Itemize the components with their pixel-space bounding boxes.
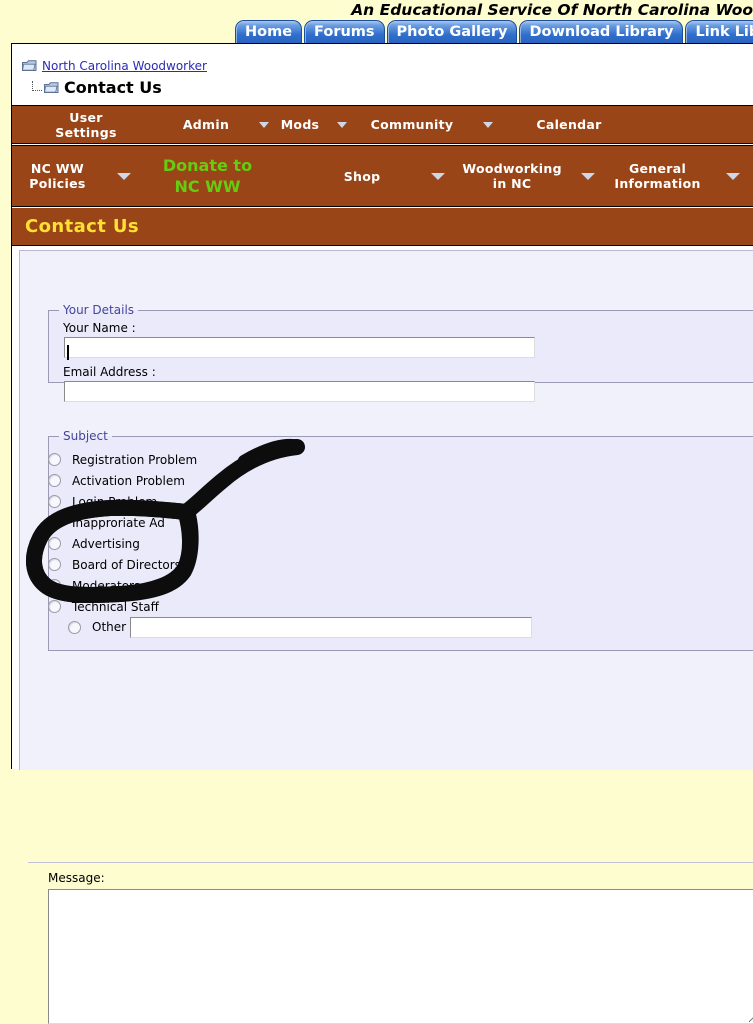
nav-item-mods[interactable]: Mods xyxy=(270,117,330,132)
nav-secondary: NC WW Policies Donate to NC WW Shop Woodwor… xyxy=(12,145,753,207)
radio-technical-staff[interactable] xyxy=(48,600,61,613)
radio-login-problem[interactable] xyxy=(48,495,61,508)
message-textarea[interactable] xyxy=(48,889,753,1024)
nav-item-calendar[interactable]: Calendar xyxy=(494,117,644,132)
subject-option-label: Technical Staff xyxy=(72,599,159,614)
subject-option-row[interactable]: Inapproriate Ad xyxy=(48,512,197,533)
subject-option-row[interactable]: Board of Directors xyxy=(48,554,197,575)
content-page: North Carolina Woodworker Contact Us Use… xyxy=(11,43,753,1024)
breadcrumb-root-row[interactable]: North Carolina Woodworker xyxy=(22,56,207,75)
nav-item-donate-to-nc-ww[interactable]: Donate to NC WW xyxy=(139,155,275,197)
site-tagline: An Educational Service Of North Carolina… xyxy=(351,1,753,19)
radio-activation-problem[interactable] xyxy=(48,474,61,487)
radio-board-of-directors[interactable] xyxy=(48,558,61,571)
radio-moderators[interactable] xyxy=(48,579,61,592)
radio-other[interactable] xyxy=(68,620,81,634)
tab-list: Home Forums Photo Gallery Download Library L… xyxy=(235,20,753,44)
subject-option-row[interactable]: Moderators xyxy=(48,575,197,596)
contact-form-panel: Your Details Subject Your Name : Email A… xyxy=(19,250,753,1024)
message-label: Message: xyxy=(48,871,105,885)
name-label: Your Name : xyxy=(63,321,136,335)
subject-option-label: Login Problem xyxy=(72,494,158,509)
chevron-down-icon[interactable] xyxy=(252,121,270,128)
email-input[interactable] xyxy=(64,381,535,402)
chevron-down-icon[interactable] xyxy=(408,172,463,180)
breadcrumb: North Carolina Woodworker Contact Us xyxy=(22,56,207,97)
chevron-down-icon[interactable] xyxy=(562,172,607,180)
subject-option-label: Inapproriate Ad xyxy=(72,515,165,530)
tab-download-library[interactable]: Download Library xyxy=(519,20,684,44)
nav-primary: User Settings Admin Mods Community Calendar xyxy=(12,105,753,144)
chevron-down-icon[interactable] xyxy=(476,121,494,128)
site-banner: An Educational Service Of North Carolina… xyxy=(0,0,753,22)
name-input[interactable] xyxy=(64,337,535,358)
subject-other-row[interactable]: Other xyxy=(68,615,533,639)
subject-option-row[interactable]: Technical Staff xyxy=(48,596,197,617)
radio-registration-problem[interactable] xyxy=(48,453,61,466)
subject-option-label: Activation Problem xyxy=(72,473,185,488)
breadcrumb-current-label: Contact Us xyxy=(64,78,162,97)
subject-option-row[interactable]: Activation Problem xyxy=(48,470,197,491)
tab-link-libr[interactable]: Link Libr xyxy=(685,20,753,44)
subject-option-label: Moderators xyxy=(72,578,141,593)
subject-option-row[interactable]: Registration Problem xyxy=(48,449,197,470)
subject-option-row[interactable]: Login Problem xyxy=(48,491,197,512)
subject-radio-group: Registration Problem Activation Problem Lo… xyxy=(48,449,197,617)
nav-item-admin[interactable]: Admin xyxy=(160,117,252,132)
your-details-legend: Your Details xyxy=(63,303,135,317)
text-cursor xyxy=(67,345,69,360)
tab-photo-gallery[interactable]: Photo Gallery xyxy=(386,20,518,44)
other-subject-input[interactable] xyxy=(130,616,533,638)
nav-item-nc-ww-policies[interactable]: NC WW Policies xyxy=(12,161,103,191)
divider xyxy=(28,862,753,863)
page-title: Contact Us xyxy=(25,216,140,237)
nav-item-user-settings[interactable]: User Settings xyxy=(12,110,160,140)
tab-forums[interactable]: Forums xyxy=(304,20,385,44)
tab-home[interactable]: Home xyxy=(235,20,303,44)
breadcrumb-link-root[interactable]: North Carolina Woodworker xyxy=(42,59,207,73)
chevron-down-icon[interactable] xyxy=(103,172,139,180)
nav-item-community[interactable]: Community xyxy=(348,117,476,132)
nav-item-woodworking-in-nc[interactable]: Woodworking in NC xyxy=(462,161,562,191)
radio-other-label: Other xyxy=(92,620,127,634)
page-title-bar: Contact Us xyxy=(12,208,753,246)
folder-open-icon xyxy=(44,81,59,94)
subject-option-row[interactable]: Advertising xyxy=(48,533,197,554)
subject-option-label: Advertising xyxy=(72,536,140,551)
subject-option-label: Registration Problem xyxy=(72,452,198,467)
radio-advertising[interactable] xyxy=(48,537,61,550)
chevron-down-icon[interactable] xyxy=(708,172,753,180)
radio-inapproriate-ad[interactable] xyxy=(48,516,61,529)
breadcrumb-current-row: Contact Us xyxy=(32,78,207,97)
chevron-down-icon[interactable] xyxy=(330,121,348,128)
main-tab-strip: Home Forums Photo Gallery Download Library L… xyxy=(0,20,753,44)
nav-item-shop[interactable]: Shop xyxy=(317,169,408,184)
subject-legend: Subject xyxy=(63,429,108,443)
tree-connector-icon xyxy=(32,80,42,91)
screenshot-root: An Educational Service Of North Carolina… xyxy=(0,0,753,1024)
email-label: Email Address : xyxy=(63,365,156,379)
folder-icon xyxy=(22,59,37,72)
subject-option-label: Board of Directors xyxy=(72,557,181,572)
nav-item-general-information[interactable]: General Information xyxy=(608,161,708,191)
